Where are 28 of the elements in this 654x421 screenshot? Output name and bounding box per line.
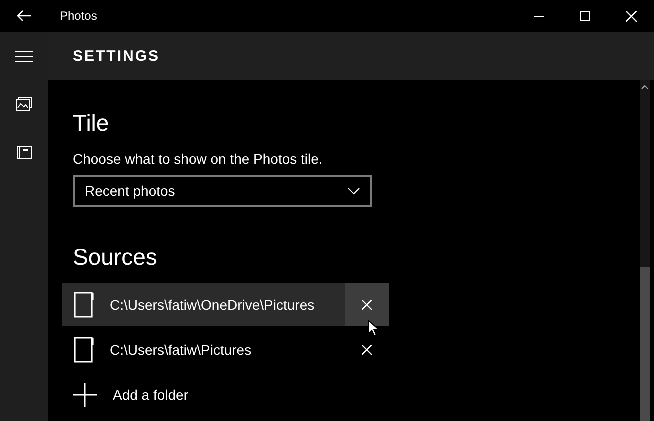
add-folder-button[interactable]: Add a folder — [62, 373, 640, 416]
description-text: Choose what to show on the Photos tile. — [73, 151, 324, 167]
folder-path: C:\Users\fatiw\OneDrive\Pictures — [110, 296, 316, 312]
menu-icon — [15, 50, 33, 62]
section-heading: Tile — [73, 110, 110, 137]
cursor-icon — [368, 320, 379, 337]
back-arrow-icon — [17, 10, 31, 22]
folder-row[interactable]: C:\Users\fatiw\OneDrive\Pictures — [62, 283, 389, 326]
close-icon — [626, 10, 636, 22]
window-title: Photos — [60, 9, 98, 23]
album-icon — [16, 146, 32, 158]
close-icon — [362, 300, 372, 310]
folder-row[interactable]: C:\Users\fatiw\Pictures — [62, 328, 389, 371]
tile-dropdown[interactable]: Recent photos — [73, 175, 372, 207]
scrollbar-thumb[interactable] — [640, 267, 650, 421]
file-icon — [74, 336, 96, 362]
scrollbar[interactable] — [640, 80, 650, 421]
chevron-down-icon — [348, 188, 360, 194]
pictures-icon — [16, 97, 32, 111]
section-heading: Sources — [73, 244, 158, 271]
page-title: SETTINGS — [73, 48, 160, 64]
scroll-up-icon — [640, 84, 650, 90]
close-icon — [362, 344, 372, 354]
remove-button[interactable] — [345, 283, 389, 326]
file-icon — [74, 292, 96, 318]
plus-icon — [73, 382, 97, 406]
folder-path: C:\Users\fatiw\Pictures — [110, 342, 253, 358]
maximize-icon — [580, 11, 590, 21]
